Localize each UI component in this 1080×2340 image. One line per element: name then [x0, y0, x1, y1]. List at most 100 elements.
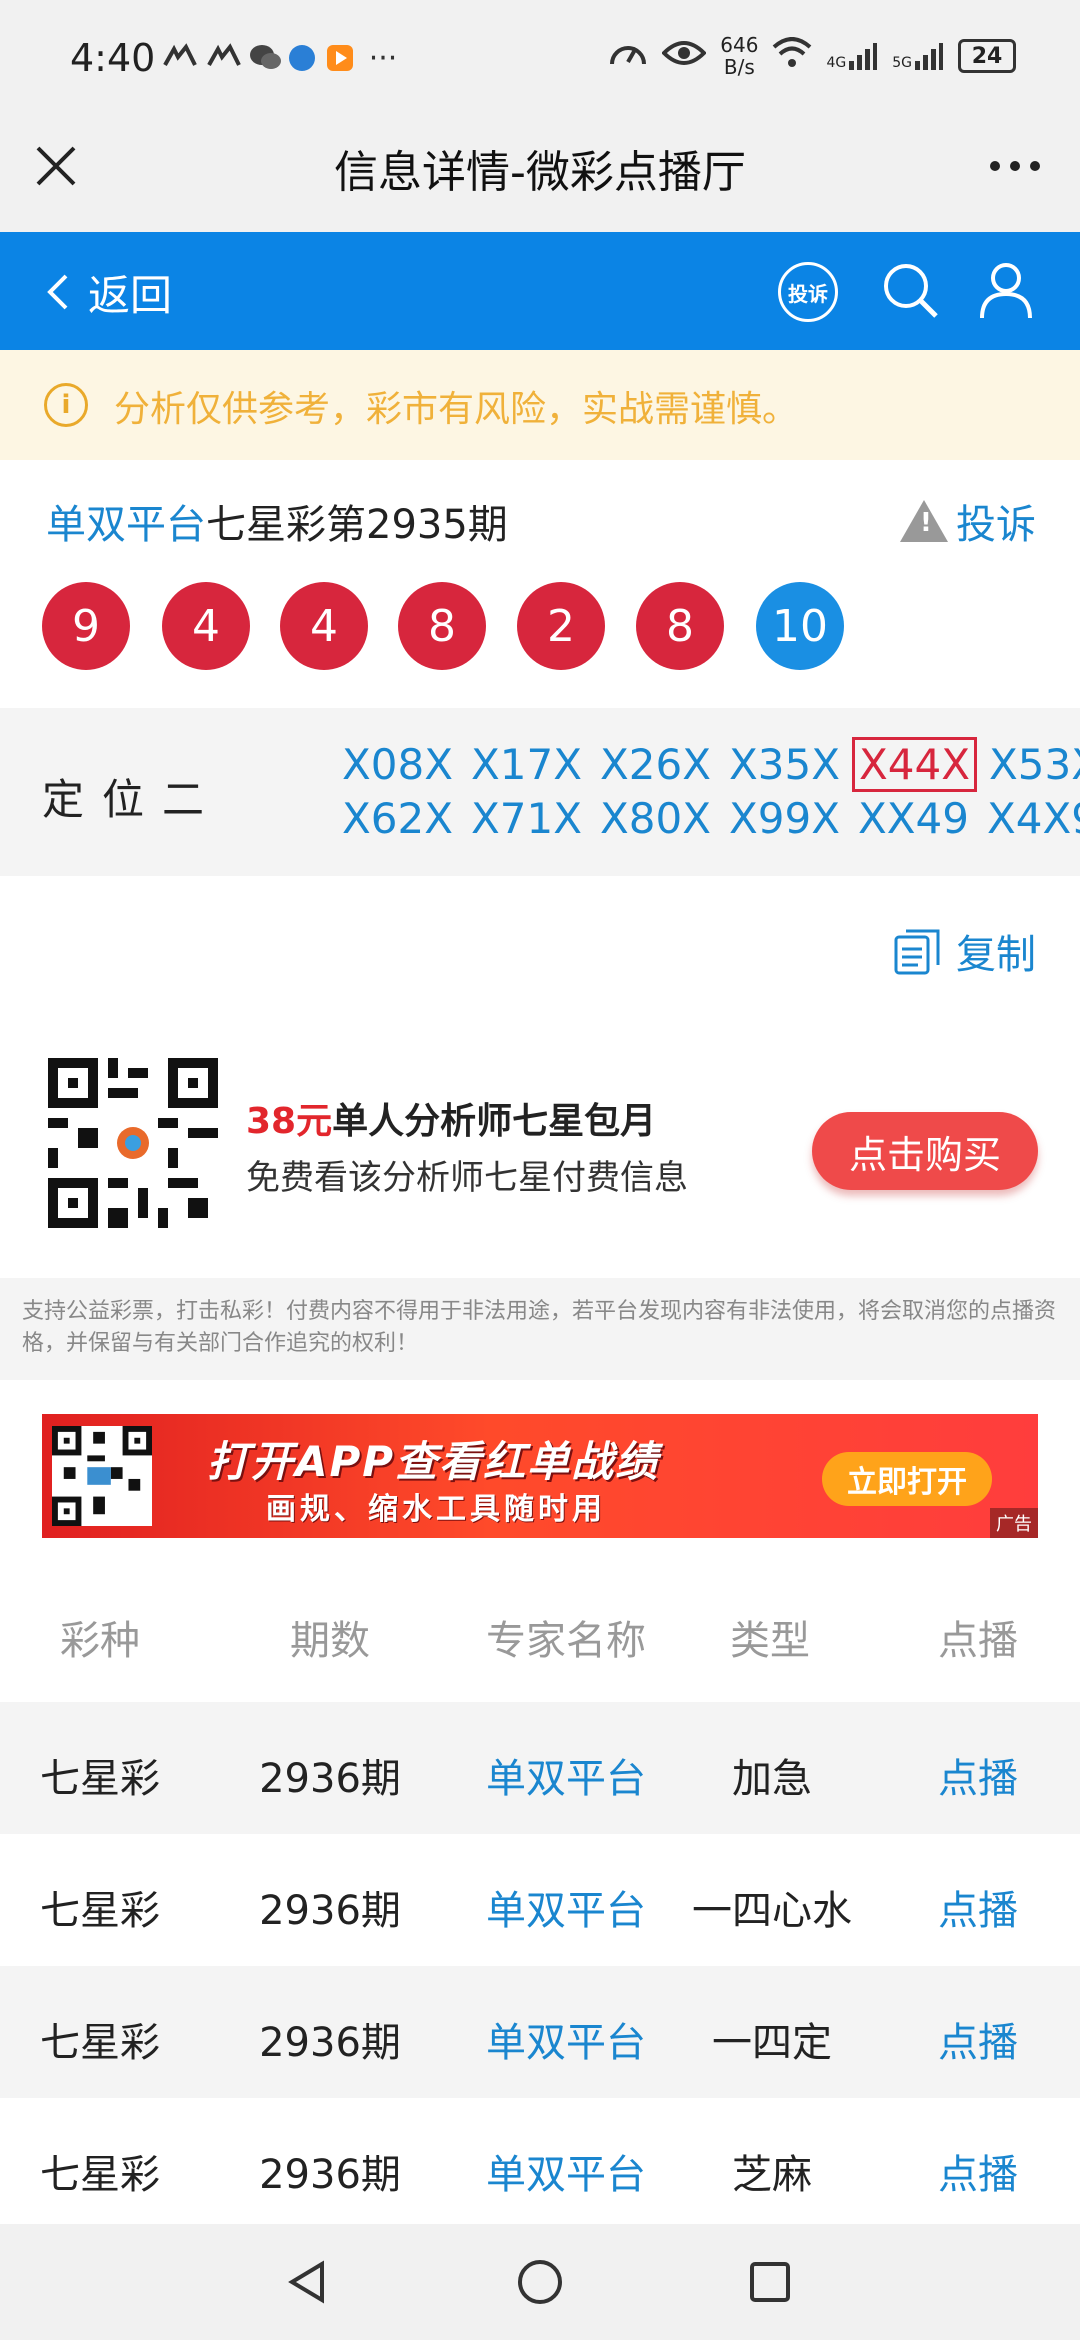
position-item: X26X: [600, 740, 711, 789]
cell-type: 芝麻: [732, 2152, 812, 2198]
cell-view-link[interactable]: 点播: [868, 2010, 1080, 2068]
banner-headline: 打开APP查看红单战绩: [207, 1437, 660, 1486]
cell-period: 2936期: [259, 2020, 401, 2066]
more-dots-icon: [990, 161, 1040, 171]
cell-lottery: 七星彩: [40, 1756, 160, 1802]
cell-view-link[interactable]: 点播: [868, 1878, 1080, 1936]
position-item: X35X: [729, 740, 840, 789]
table-row: 七星彩 2936期 单双平台 一四心水 点播: [0, 1834, 1080, 1966]
position-item-highlighted: X44X: [852, 737, 977, 792]
table-header-cell: 期数: [290, 1618, 370, 1664]
number-ball: 8: [398, 582, 486, 670]
back-button[interactable]: 返回: [44, 262, 172, 322]
signal-5g-icon: 5G: [892, 41, 944, 71]
position-label: 定位二: [42, 775, 223, 824]
table-header-cell: 类型: [730, 1618, 810, 1664]
status-indicators: 646 B/s 4G 5G 24: [608, 34, 1016, 78]
system-back-button[interactable]: [284, 2258, 332, 2306]
position-item: X62X: [342, 794, 453, 843]
page-title: 信息详情-微彩点播厅: [334, 147, 746, 198]
open-app-button[interactable]: 立即打开: [822, 1452, 992, 1506]
cell-expert-link[interactable]: 单双平台: [456, 1746, 676, 1804]
cell-period: 2936期: [259, 1756, 401, 1802]
lottery-period: 七星彩第2935期: [206, 502, 508, 548]
copy-button[interactable]: 复制: [892, 922, 1036, 980]
system-home-button[interactable]: [516, 2258, 564, 2306]
video-app-icon: [324, 42, 356, 74]
info-icon: i: [44, 383, 88, 427]
app-notification-icon: [286, 42, 318, 74]
complain-label: 投诉: [956, 502, 1036, 548]
complain-link[interactable]: ! 投诉: [900, 492, 1036, 550]
table-header-cell: 点播: [938, 1618, 1018, 1664]
signal-4g-icon: 4G: [826, 41, 878, 71]
position-item: X08X: [342, 740, 453, 789]
table-row: 七星彩 2936期 单双平台 芝麻 点播: [0, 2098, 1080, 2230]
position-item: X4X9: [987, 794, 1080, 843]
position-item: X80X: [600, 794, 711, 843]
chevron-left-icon: [47, 274, 68, 310]
user-icon: [980, 263, 1032, 319]
special-number-ball: 10: [756, 582, 844, 670]
triangle-back-icon: [288, 2260, 324, 2304]
platform-link[interactable]: 单双平台: [46, 502, 206, 548]
position-row: X62X X71X X80X X99X XX49 X4X9: [340, 794, 1080, 843]
speedometer-icon: [608, 36, 648, 76]
position-row: X08X X17X X26X X35X X44X X53X: [340, 737, 1080, 792]
table-row: 七星彩 2936期 单双平台 一四定 点播: [0, 1966, 1080, 2098]
app-promo-banner[interactable]: 打开APP查看红单战绩 画规、缩水工具随时用 立即打开 广告: [42, 1414, 1038, 1538]
wifi-icon: [772, 37, 812, 75]
eye-icon: [661, 38, 708, 74]
position-item: X71X: [471, 794, 582, 843]
search-button[interactable]: [878, 258, 942, 322]
complain-icon-button[interactable]: 投诉: [778, 262, 838, 322]
cell-type: 一四心水: [692, 1888, 852, 1934]
search-icon: [884, 264, 938, 318]
network-speed: 646 B/s: [720, 33, 759, 79]
system-recents-button[interactable]: [746, 2258, 794, 2306]
cell-view-link[interactable]: 点播: [868, 2142, 1080, 2200]
cell-lottery: 七星彩: [40, 2020, 160, 2066]
cell-type: 加急: [732, 1756, 812, 1802]
banner-subline: 画规、缩水工具随时用: [266, 1492, 606, 1527]
disclaimer-text: 支持公益彩票，打击私彩！付费内容不得用于非法用途，若平台发现内容有非法使用，将会…: [22, 1299, 1057, 1356]
close-button[interactable]: [30, 140, 82, 192]
qr-code-image: [48, 1058, 218, 1228]
app-notification-icon: [160, 42, 200, 74]
ad-label: 广告: [990, 1508, 1038, 1538]
more-notifications-icon: ···: [368, 40, 398, 76]
cell-expert-link[interactable]: 单双平台: [456, 1878, 676, 1936]
package-title: 38元单人分析师七星包月: [246, 1101, 657, 1142]
number-ball: 2: [517, 582, 605, 670]
position-item: X53X: [989, 740, 1080, 789]
cell-period: 2936期: [259, 2152, 401, 2198]
cell-expert-link[interactable]: 单双平台: [456, 2142, 676, 2200]
app-notification-icon: [204, 42, 244, 74]
number-ball: 4: [280, 582, 368, 670]
table-header-cell: 彩种: [60, 1618, 140, 1664]
square-recents-icon: [750, 2262, 790, 2302]
number-ball: 8: [636, 582, 724, 670]
position-item: X99X: [729, 794, 840, 843]
cell-lottery: 七星彩: [40, 2152, 160, 2198]
circle-home-icon: [518, 2260, 562, 2304]
cell-type: 一四定: [712, 2020, 832, 2066]
status-time: 4:40: [70, 36, 156, 80]
cell-lottery: 七星彩: [40, 1888, 160, 1934]
user-button[interactable]: [974, 258, 1038, 322]
back-label: 返回: [88, 270, 173, 320]
banner-qr-code: [52, 1426, 152, 1526]
position-item: XX49: [858, 794, 969, 843]
warning-icon: !: [900, 500, 948, 542]
cell-expert-link[interactable]: 单双平台: [456, 2010, 676, 2068]
more-options-button[interactable]: [980, 140, 1050, 192]
wechat-icon: [248, 42, 284, 74]
number-ball: 4: [162, 582, 250, 670]
table-header-cell: 专家名称: [486, 1618, 646, 1664]
close-icon: [36, 146, 76, 186]
copy-icon: [894, 929, 940, 975]
copy-label: 复制: [956, 932, 1036, 978]
cell-view-link[interactable]: 点播: [868, 1746, 1080, 1804]
buy-button[interactable]: 点击购买: [812, 1112, 1038, 1190]
package-subtitle: 免费看该分析师七星付费信息: [246, 1158, 688, 1198]
